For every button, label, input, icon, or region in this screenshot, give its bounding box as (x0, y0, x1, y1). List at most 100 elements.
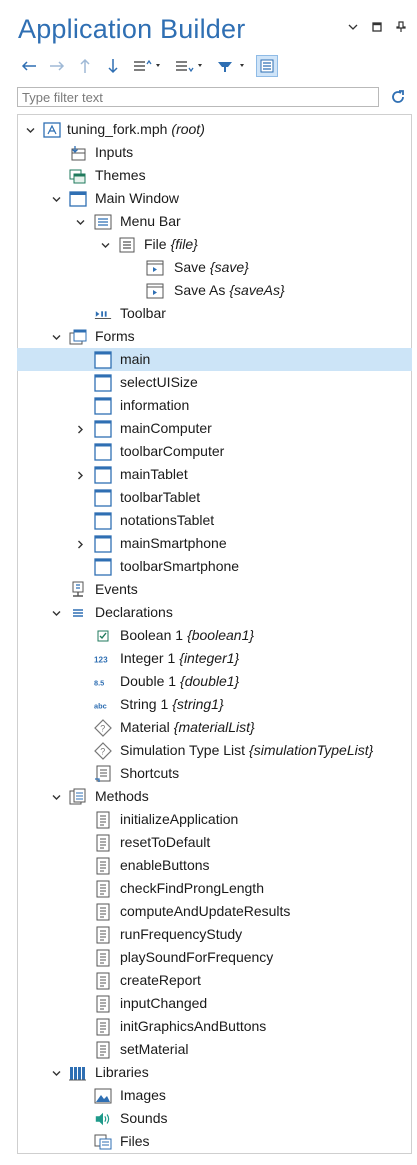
tree-item-label: String 1 {string1} (120, 696, 224, 713)
tree-item[interactable]: setMaterial (17, 1038, 412, 1061)
filter-input[interactable] (17, 87, 379, 107)
arrow-right-icon[interactable] (46, 55, 68, 77)
tree-item[interactable]: Main Window (17, 187, 412, 210)
tree-item-name: setMaterial (120, 1041, 189, 1057)
tree-item[interactable]: toolbarSmartphone (17, 555, 412, 578)
tree-item-name: main (120, 351, 151, 367)
insert-node-icon[interactable] (214, 55, 250, 77)
chevron-right-icon[interactable] (74, 538, 86, 550)
tree-item-label: Declarations (95, 604, 173, 621)
double-icon: 8.5 (94, 673, 112, 691)
chevron-down-icon[interactable] (24, 124, 36, 136)
form-icon (94, 489, 112, 507)
chevron-down-icon[interactable] (99, 239, 111, 251)
tree-item-tag: {boolean1} (187, 627, 255, 643)
filter-row (17, 86, 407, 108)
tree-item[interactable]: initGraphicsAndButtons (17, 1015, 412, 1038)
tree-item[interactable]: selectUISize (17, 371, 412, 394)
tree-item[interactable]: checkFindProngLength (17, 877, 412, 900)
window-icon (69, 190, 87, 208)
form-icon (94, 351, 112, 369)
tree-item[interactable]: Files (17, 1130, 412, 1153)
tree-item[interactable]: abc String 1 {string1} (17, 693, 412, 716)
tree-item-tag: {integer1} (179, 650, 240, 666)
tree-item[interactable]: Menu Bar (17, 210, 412, 233)
svg-text:123: 123 (94, 655, 108, 664)
tree-item[interactable]: Save {save} (17, 256, 412, 279)
chevron-down-icon[interactable] (50, 331, 62, 343)
tree-item[interactable]: Sounds (17, 1107, 412, 1130)
chevron-down-icon[interactable] (50, 193, 62, 205)
integer-icon: 123 (94, 650, 112, 668)
tree-item[interactable]: createReport (17, 969, 412, 992)
tree-item[interactable]: Inputs (17, 141, 412, 164)
chevron-down-icon[interactable] (50, 791, 62, 803)
tree-item[interactable]: toolbarTablet (17, 486, 412, 509)
tree-item[interactable]: toolbarComputer (17, 440, 412, 463)
tree-item[interactable]: mainComputer (17, 417, 412, 440)
form-icon (94, 443, 112, 461)
events-icon (69, 581, 87, 599)
tree-item[interactable]: initializeApplication (17, 808, 412, 831)
tree-item[interactable]: Shortcuts (17, 762, 412, 785)
tree-item[interactable]: Methods (17, 785, 412, 808)
tree-item[interactable]: Toolbar (17, 302, 412, 325)
tree-item[interactable]: Forms (17, 325, 412, 348)
menubar-icon (94, 213, 112, 231)
tree-item-name: toolbarTablet (120, 489, 201, 505)
tree-item[interactable]: tuning_fork.mph (root) (17, 118, 412, 141)
tree-item[interactable]: resetToDefault (17, 831, 412, 854)
tree-item-name: tuning_fork.mph (67, 121, 168, 137)
tree-item[interactable]: mainSmartphone (17, 532, 412, 555)
tree-item-name: Forms (95, 328, 135, 344)
tree-item[interactable]: ? Simulation Type List {simulationTypeList… (17, 739, 412, 762)
tree-item-name: mainTablet (120, 466, 188, 482)
tree-item-tag: {simulationTypeList} (249, 742, 374, 758)
tree-item[interactable]: notationsTablet (17, 509, 412, 532)
tree-item[interactable]: information (17, 394, 412, 417)
menu-item-icon (146, 282, 164, 300)
tree-item-label: playSoundForFrequency (120, 949, 273, 966)
tree-view-toggle-icon[interactable] (256, 55, 278, 77)
tree-item-label: Files (120, 1133, 150, 1150)
move-down-list-icon[interactable] (172, 55, 208, 77)
chevron-down-icon[interactable] (50, 1067, 62, 1079)
tree-item[interactable]: Boolean 1 {boolean1} (17, 624, 412, 647)
arrow-left-icon[interactable] (18, 55, 40, 77)
method-icon (94, 834, 112, 852)
tree-item[interactable]: inputChanged (17, 992, 412, 1015)
tree-item[interactable]: mainTablet (17, 463, 412, 486)
chevron-right-icon[interactable] (74, 469, 86, 481)
pin-icon[interactable] (395, 20, 407, 34)
tree-item[interactable]: Declarations (17, 601, 412, 624)
refresh-icon[interactable] (389, 88, 407, 106)
app-icon (43, 121, 61, 139)
tree-item[interactable]: main (17, 348, 412, 371)
tree-item[interactable]: enableButtons (17, 854, 412, 877)
tree-item[interactable]: ? Material {materialList} (17, 716, 412, 739)
tree-item[interactable]: computeAndUpdateResults (17, 900, 412, 923)
tree-item-label: main (120, 351, 150, 368)
tree-item[interactable]: Themes (17, 164, 412, 187)
tree-item[interactable]: Events (17, 578, 412, 601)
tree-item[interactable]: Images (17, 1084, 412, 1107)
arrow-down-icon[interactable] (102, 55, 124, 77)
arrow-up-icon[interactable] (74, 55, 96, 77)
tree-item[interactable]: Save As {saveAs} (17, 279, 412, 302)
chevron-down-icon[interactable] (50, 607, 62, 619)
chevron-right-icon[interactable] (74, 423, 86, 435)
dropdown-chevron-icon[interactable] (347, 20, 359, 34)
method-icon (94, 972, 112, 990)
chevron-down-icon[interactable] (74, 216, 86, 228)
tree-item-name: Save As (174, 282, 226, 298)
tree-item[interactable]: 123 Integer 1 {integer1} (17, 647, 412, 670)
move-up-list-icon[interactable] (130, 55, 166, 77)
tree-item[interactable]: File {file} (17, 233, 412, 256)
tree-item-label: resetToDefault (120, 834, 210, 851)
tree-item[interactable]: playSoundForFrequency (17, 946, 412, 969)
tree-item[interactable]: runFrequencyStudy (17, 923, 412, 946)
tree-item-name: Methods (95, 788, 149, 804)
tree-item[interactable]: Libraries (17, 1061, 412, 1084)
maximize-icon[interactable] (371, 20, 383, 34)
tree-item[interactable]: 8.5 Double 1 {double1} (17, 670, 412, 693)
